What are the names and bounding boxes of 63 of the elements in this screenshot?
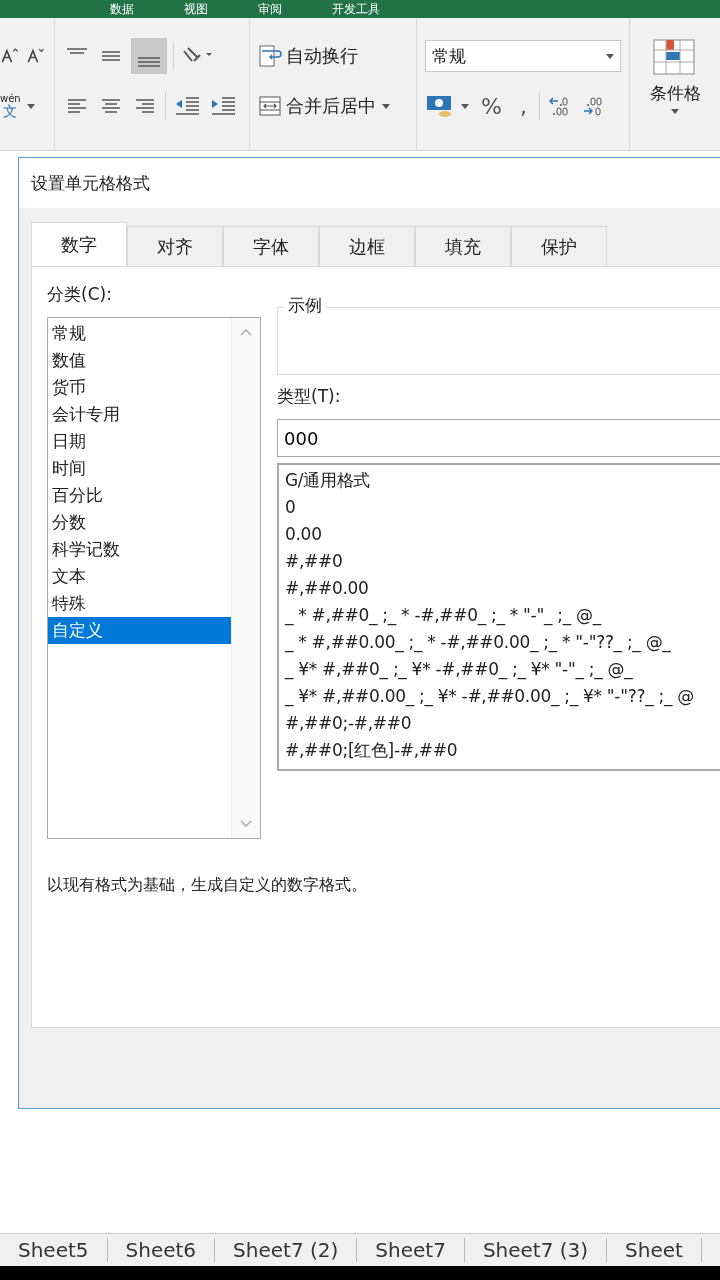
sheet-tab[interactable]: Sheet7 (3) <box>464 1238 608 1262</box>
ribbon-tab[interactable]: 视图 <box>184 2 208 16</box>
align-bottom-icon[interactable] <box>131 38 167 74</box>
scrollbar[interactable] <box>231 318 260 838</box>
dialog-tab[interactable]: 填充 <box>415 226 511 266</box>
category-item[interactable]: 日期 <box>48 428 231 455</box>
dialog-tab[interactable]: 边框 <box>319 226 415 266</box>
ribbon-tab[interactable]: 数据 <box>110 2 134 16</box>
ribbon-tab[interactable]: 开发工具 <box>332 2 380 16</box>
percent-button[interactable]: % <box>475 93 508 119</box>
scroll-up-icon[interactable] <box>240 328 252 336</box>
sheet-tab[interactable]: Sheet5 <box>0 1238 108 1262</box>
caret-icon[interactable] <box>26 103 35 109</box>
format-item[interactable]: #,##0.00 <box>285 575 720 602</box>
comma-style-button[interactable]: , <box>513 93 533 119</box>
format-item[interactable]: 0 <box>285 494 720 521</box>
category-item[interactable]: 文本 <box>48 563 231 590</box>
phonetic-guide-button[interactable]: wén 文 <box>0 94 21 118</box>
dialog-tab[interactable]: 保护 <box>511 226 607 266</box>
wrap-text-icon <box>258 44 282 68</box>
wrap-text-button[interactable]: 自动换行 <box>258 44 358 68</box>
format-item[interactable]: 0.00 <box>285 521 720 548</box>
dialog-tab[interactable]: 字体 <box>223 226 319 266</box>
format-item[interactable]: G/通用格式 <box>285 467 720 494</box>
category-label: 分类(C): <box>47 283 113 306</box>
scroll-down-icon[interactable] <box>240 820 252 828</box>
sample-label: 示例 <box>284 294 326 317</box>
type-input-field[interactable]: 000 <box>277 419 720 457</box>
conditional-format-button[interactable]: 条件格 <box>649 82 701 105</box>
category-item[interactable]: 货币 <box>48 374 231 401</box>
merge-cells-icon <box>258 94 282 118</box>
category-item[interactable]: 常规 <box>48 320 231 347</box>
format-item[interactable]: #,##0;-#,##0 <box>285 710 720 737</box>
category-item[interactable]: 特殊 <box>48 590 231 617</box>
sheet-tab[interactable]: Sheet <box>607 1238 702 1262</box>
format-item[interactable]: _ * #,##0_ ;_ * -#,##0_ ;_ * "-"_ ;_ @_ <box>285 602 720 629</box>
category-item[interactable]: 数值 <box>48 347 231 374</box>
sheet-tab[interactable]: Sheet7 <box>357 1238 465 1262</box>
category-item[interactable]: 百分比 <box>48 482 231 509</box>
category-item[interactable]: 时间 <box>48 455 231 482</box>
sheet-tab[interactable]: Sheet7 (2) <box>215 1238 358 1262</box>
number-format-dropdown[interactable]: 常规 <box>425 40 621 72</box>
caret-icon[interactable] <box>382 103 390 109</box>
dialog-tab[interactable]: 数字 <box>31 222 127 266</box>
type-label: 类型(T): <box>277 385 342 408</box>
ribbon-tab[interactable]: 审阅 <box>258 2 282 16</box>
format-item[interactable]: _ * #,##0.00_ ;_ * -#,##0.00_ ;_ * "-"??_ ;_ @_ <box>285 629 720 656</box>
format-item[interactable]: _ ¥* #,##0.00_ ;_ ¥* -#,##0.00_ ;_ ¥* "-"??_ ;_ @ <box>285 683 720 710</box>
category-item[interactable]: 会计专用 <box>48 401 231 428</box>
format-item[interactable]: #,##0 <box>285 548 720 575</box>
merge-center-button[interactable]: 合并后居中 <box>258 94 376 118</box>
category-item[interactable]: 科学记数 <box>48 536 231 563</box>
format-item[interactable]: _ ¥* #,##0_ ;_ ¥* -#,##0_ ;_ ¥* "-"_ ;_ @_ <box>285 656 720 683</box>
sheet-tab[interactable]: Sheet6 <box>107 1238 216 1262</box>
category-item[interactable]: 自定义 <box>48 617 231 644</box>
dialog-title: 设置单元格格式 <box>19 158 720 208</box>
category-item[interactable]: 分数 <box>48 509 231 536</box>
caret-icon[interactable] <box>671 109 679 114</box>
caret-icon[interactable] <box>461 103 469 109</box>
caret-icon <box>606 53 614 59</box>
dialog-tab[interactable]: 对齐 <box>127 226 223 266</box>
description-text: 以现有格式为基础，生成自定义的数字格式。 <box>47 875 368 896</box>
format-item[interactable]: #,##0;[红色]-#,##0 <box>285 737 720 764</box>
